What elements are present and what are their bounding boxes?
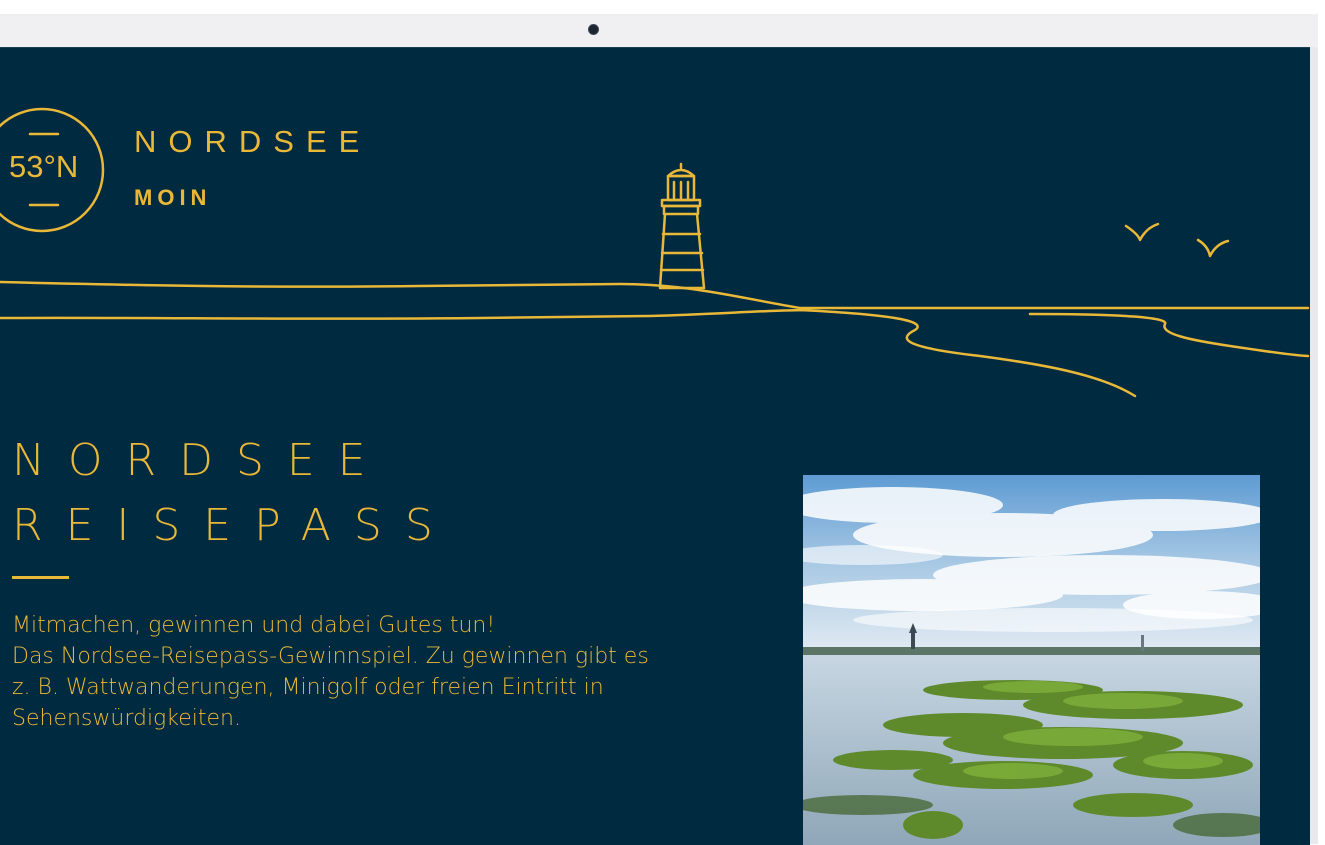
coast-line-upper bbox=[0, 280, 1310, 310]
seagull-icon bbox=[1124, 222, 1160, 242]
brand-logo[interactable]: 53°N NORDSEE MOIN bbox=[0, 48, 400, 248]
intro-line: z. B. Wattwanderungen, Minigolf oder fre… bbox=[12, 675, 604, 700]
camera-icon bbox=[588, 24, 599, 35]
page-title-line1: NORDSEE bbox=[12, 435, 389, 486]
logo-tagline: MOIN bbox=[134, 185, 212, 210]
seagull-icon bbox=[1196, 238, 1230, 258]
shore-wave-left bbox=[798, 308, 1137, 398]
intro-line: Das Nordsee-Reisepass-Gewinnspiel. Zu ge… bbox=[12, 644, 649, 669]
title-divider bbox=[12, 576, 69, 579]
logo-degree-label: 53°N bbox=[9, 149, 79, 184]
scrollbar-track[interactable] bbox=[1310, 47, 1318, 844]
page-title: NORDSEE REISEPASS bbox=[12, 428, 456, 558]
wadden-sea-photo[interactable] bbox=[803, 475, 1260, 845]
intro-line: Sehenswürdigkeiten. bbox=[12, 706, 241, 731]
coast-line-lower bbox=[0, 308, 812, 320]
page-title-line2: REISEPASS bbox=[12, 500, 456, 551]
logo-brand-name: NORDSEE bbox=[134, 124, 372, 159]
intro-line: Mitmachen, gewinnen und dabei Gutes tun! bbox=[12, 613, 496, 638]
website-screen: 53°N NORDSEE MOIN NORDSEE REISEPASS Mitm… bbox=[0, 47, 1310, 845]
lighthouse-icon bbox=[658, 162, 706, 290]
shore-wave-right bbox=[1028, 312, 1310, 358]
intro-paragraph: Mitmachen, gewinnen und dabei Gutes tun!… bbox=[12, 610, 772, 734]
